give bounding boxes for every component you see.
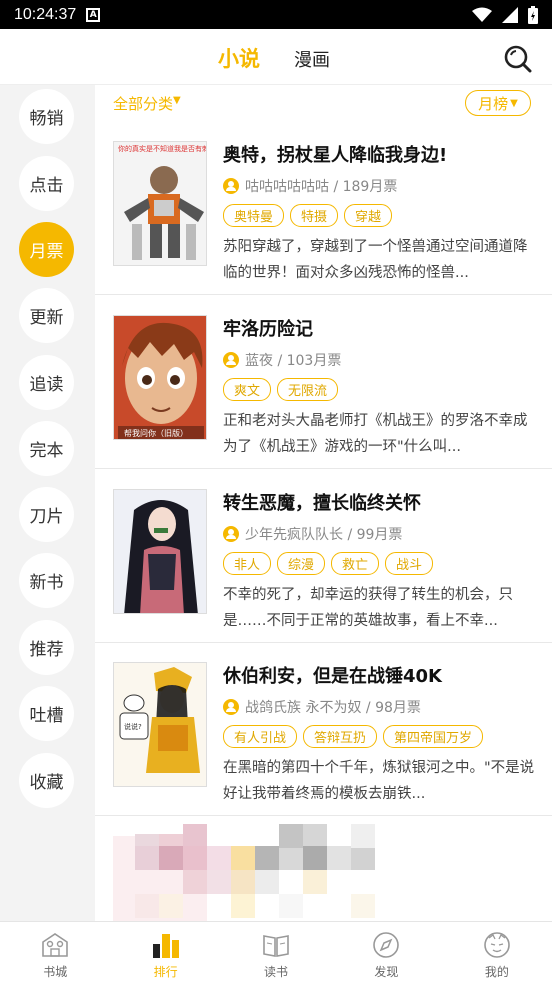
book-tags: 奥特曼 特摄 穿越 xyxy=(223,204,538,227)
book-cover xyxy=(113,489,207,614)
book-tags: 有人引战 答辩互扔 第四帝国万岁 xyxy=(223,725,538,748)
nav-reading[interactable]: 读书 xyxy=(221,922,331,983)
book-tag[interactable]: 综漫 xyxy=(277,552,326,575)
cover-caption: 说说? xyxy=(124,722,142,731)
profile-face-icon xyxy=(484,932,510,958)
ranking-sidebar: 畅销 点击 月票 更新 追读 完本 刀片 新书 推荐 吐槽 收藏 xyxy=(0,85,95,921)
nav-label: 读书 xyxy=(264,965,289,979)
book-description: 不幸的死了，却幸运的获得了转生的机会，只是……不同于正常的英雄故事，看上不幸..… xyxy=(223,587,513,629)
blurred-cover-placeholder xyxy=(113,824,375,921)
book-title: 转生恶魔，擅长临终关怀 xyxy=(223,493,421,514)
sidebar-item-updates[interactable]: 更新 xyxy=(19,288,74,343)
book-author: 蓝夜 / 103月票 xyxy=(223,350,538,370)
sidebar-item-new-books[interactable]: 新书 xyxy=(19,553,74,608)
category-filter-label: 全部分类 xyxy=(113,95,174,113)
cover-caption: 帮我问你（旧版） xyxy=(124,428,188,438)
sidebar-item-monthly-tickets[interactable]: 月票 xyxy=(19,222,74,277)
sidebar-item-blades[interactable]: 刀片 xyxy=(19,487,74,542)
category-filter[interactable]: 全部分类▼ xyxy=(113,93,181,114)
sidebar-item-follow-read[interactable]: 追读 xyxy=(19,355,74,410)
book-description: 苏阳穿越了，穿越到了一个怪兽通过空间通道降临的世界！面对众多凶残恐怖的怪兽... xyxy=(223,239,528,281)
user-icon xyxy=(223,699,239,715)
nav-discover[interactable]: 发现 xyxy=(331,922,441,983)
book-tags: 非人 综漫 救亡 战斗 xyxy=(223,552,538,575)
book-info: 奥特，拐杖星人降临我身边! 咕咕咕咕咕咕 / 189月票 奥特曼 特摄 穿越 苏… xyxy=(223,141,538,286)
nav-label: 我的 xyxy=(484,965,509,979)
notification-a-icon: A xyxy=(86,7,101,22)
signal-icon xyxy=(502,6,518,23)
book-cover: 帮我问你（旧版） xyxy=(113,315,207,440)
user-icon xyxy=(223,178,239,194)
book-author: 少年先疯队队长 / 99月票 xyxy=(223,524,538,544)
book-tag[interactable]: 第四帝国万岁 xyxy=(383,725,484,748)
battery-icon xyxy=(528,5,538,24)
book-author-text: 战鸽氏族 永不为奴 / 98月票 xyxy=(245,700,421,716)
book-tag[interactable]: 答辩互扔 xyxy=(303,725,378,748)
sidebar-item-rant[interactable]: 吐槽 xyxy=(19,686,74,741)
book-tag[interactable]: 特摄 xyxy=(290,204,339,227)
book-card[interactable]: 帮我问你（旧版） 牢洛历险记 蓝夜 / 103月票 爽文 无限流 正和老对头大晶… xyxy=(95,295,552,469)
book-author: 咕咕咕咕咕咕 / 189月票 xyxy=(223,176,538,196)
sidebar-item-completed[interactable]: 完本 xyxy=(19,421,74,476)
book-author-text: 蓝夜 / 103月票 xyxy=(245,353,342,369)
book-author-text: 少年先疯队队长 / 99月票 xyxy=(245,527,403,543)
status-bar: 10:24:37 A xyxy=(0,0,552,29)
nav-bookstore[interactable]: 书城 xyxy=(0,922,110,983)
ranking-period-label: 月榜 xyxy=(478,94,509,113)
open-book-icon xyxy=(263,935,289,957)
top-bar: 小说 漫画 xyxy=(0,29,552,85)
book-tag[interactable]: 奥特曼 xyxy=(223,204,285,227)
caret-down-icon: ▼ xyxy=(173,95,181,106)
tab-novel[interactable]: 小说 xyxy=(218,43,260,73)
book-tags: 爽文 无限流 xyxy=(223,378,538,401)
book-title: 牢洛历险记 xyxy=(223,319,313,340)
book-info: 休伯利安，但是在战锤40K 战鸽氏族 永不为奴 / 98月票 有人引战 答辩互扔… xyxy=(223,662,538,807)
book-author: 战鸽氏族 永不为奴 / 98月票 xyxy=(223,697,538,717)
status-time: 10:24:37 xyxy=(14,5,77,23)
book-info: 牢洛历险记 蓝夜 / 103月票 爽文 无限流 正和老对头大晶老师打《机战王》的… xyxy=(223,315,538,460)
sidebar-item-favorites[interactable]: 收藏 xyxy=(19,753,74,808)
book-tag[interactable]: 有人引战 xyxy=(223,725,298,748)
book-tag[interactable]: 非人 xyxy=(223,552,272,575)
wifi-icon xyxy=(472,7,492,22)
search-icon[interactable] xyxy=(502,43,532,73)
book-title: 奥特，拐杖星人降临我身边! xyxy=(223,145,448,166)
user-icon xyxy=(223,352,239,368)
user-icon xyxy=(223,526,239,542)
book-tag[interactable]: 救亡 xyxy=(331,552,380,575)
book-description: 正和老对头大晶老师打《机战王》的罗洛不幸成为了《机战王》游戏的一环"什么叫... xyxy=(223,413,528,455)
book-card[interactable]: 说说? 休伯利安，但是在战锤40K 战鸽氏族 永不为奴 / 98月票 有人引战 … xyxy=(95,643,552,816)
book-info: 转生恶魔，擅长临终关怀 少年先疯队队长 / 99月票 非人 综漫 救亡 战斗 不… xyxy=(223,489,538,634)
book-author-text: 咕咕咕咕咕咕 / 189月票 xyxy=(245,179,398,195)
tab-comic[interactable]: 漫画 xyxy=(294,46,330,72)
book-card[interactable]: 转生恶魔，擅长临终关怀 少年先疯队队长 / 99月票 非人 综漫 救亡 战斗 不… xyxy=(95,469,552,643)
filter-bar: 全部分类▼ 月榜 ▼ xyxy=(95,85,552,121)
ranking-icon xyxy=(152,934,179,958)
bookstore-icon xyxy=(42,933,69,957)
sidebar-item-recommend[interactable]: 推荐 xyxy=(19,620,74,675)
nav-label: 发现 xyxy=(374,965,399,979)
sidebar-item-clicks[interactable]: 点击 xyxy=(19,156,74,211)
book-cover: 说说? xyxy=(113,662,207,787)
book-tag[interactable]: 穿越 xyxy=(344,204,393,227)
book-tag[interactable]: 爽文 xyxy=(223,378,272,401)
book-cover: 你的真实是不知道我是否有刺客? xyxy=(113,141,207,266)
book-title: 休伯利安，但是在战锤40K xyxy=(223,666,442,687)
cover-caption: 你的真实是不知道我是否有刺客? xyxy=(118,144,207,153)
nav-ranking[interactable]: 排行 xyxy=(110,922,220,983)
book-description: 在黑暗的第四十个千年，炼狱银河之中。"不是说好让我带着终焉的模板去崩铁... xyxy=(223,760,535,802)
nav-profile[interactable]: 我的 xyxy=(442,922,552,983)
ranking-period-select[interactable]: 月榜 ▼ xyxy=(465,90,531,116)
compass-icon xyxy=(373,932,400,958)
loading-book-card xyxy=(95,816,552,921)
book-tag[interactable]: 战斗 xyxy=(385,552,434,575)
nav-label: 排行 xyxy=(153,965,178,979)
status-icons xyxy=(472,5,538,24)
sidebar-item-bestseller[interactable]: 畅销 xyxy=(19,89,74,144)
caret-down-icon: ▼ xyxy=(510,97,518,109)
book-tag[interactable]: 无限流 xyxy=(277,378,339,401)
bottom-navigation: 书城 排行 读书 发现 我的 xyxy=(0,921,552,983)
nav-label: 书城 xyxy=(43,965,68,979)
book-card[interactable]: 你的真实是不知道我是否有刺客? 奥特，拐杖星人降临我身边! 咕咕咕咕咕咕 / 1… xyxy=(95,121,552,295)
